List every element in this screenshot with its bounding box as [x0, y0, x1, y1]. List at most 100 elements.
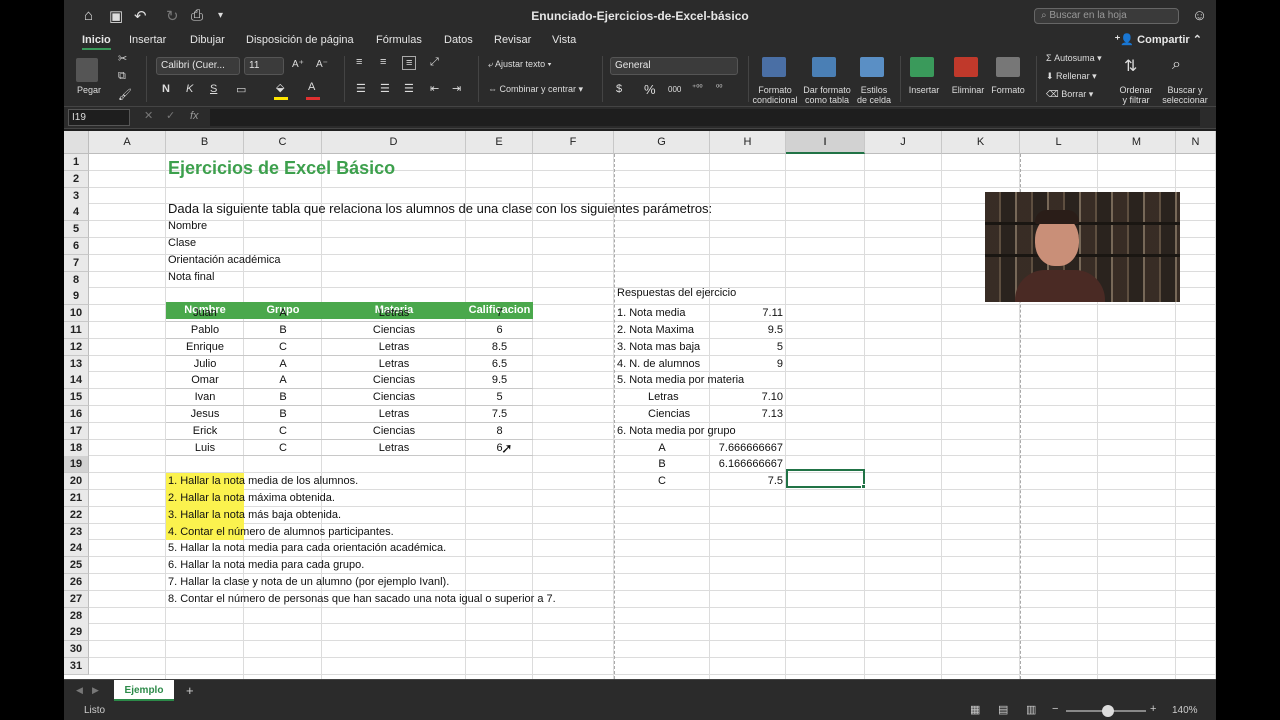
font-name-select[interactable]: Calibri (Cuer...: [156, 57, 240, 75]
format-cells-label[interactable]: Formato: [988, 85, 1028, 95]
table-cell[interactable]: 5: [466, 389, 533, 406]
answer-label[interactable]: A: [614, 440, 710, 457]
row-header-4[interactable]: 4: [64, 204, 89, 222]
table-cell[interactable]: Enrique: [166, 339, 244, 356]
table-cell[interactable]: Ciencias: [322, 389, 466, 406]
table-cell[interactable]: 9.5: [466, 372, 533, 389]
table-cell[interactable]: B: [244, 322, 322, 339]
conditional-format-label[interactable]: Formato condicional: [748, 85, 802, 105]
insert-cells-label[interactable]: Insertar: [904, 85, 944, 95]
table-cell[interactable]: Julio: [166, 356, 244, 373]
tab-datos[interactable]: Datos: [444, 34, 473, 46]
add-sheet-icon[interactable]: +: [186, 683, 194, 698]
column-header-m[interactable]: M: [1098, 131, 1176, 154]
task-item[interactable]: 8. Contar el número de personas que han …: [168, 591, 556, 608]
table-cell[interactable]: Juan: [166, 305, 244, 322]
row-header-3[interactable]: 3: [64, 187, 89, 205]
table-cell[interactable]: Letras: [322, 339, 466, 356]
insert-cells-icon[interactable]: [910, 57, 934, 77]
row-header-7[interactable]: 7: [64, 254, 89, 272]
table-cell[interactable]: Ciencias: [322, 322, 466, 339]
task-item[interactable]: 1. Hallar la nota media de los alumnos.: [168, 473, 358, 490]
align-right-icon[interactable]: ☰: [404, 82, 414, 95]
align-left-icon[interactable]: ☰: [356, 82, 366, 95]
cancel-icon[interactable]: ✕: [144, 109, 153, 122]
page-layout-icon[interactable]: ▤: [998, 703, 1008, 716]
table-cell[interactable]: Jesus: [166, 406, 244, 423]
table-cell[interactable]: Ivan: [166, 389, 244, 406]
table-cell[interactable]: 6.5: [466, 356, 533, 373]
row-header-2[interactable]: 2: [64, 170, 89, 188]
row-header-19[interactable]: 19: [64, 456, 89, 474]
row-header-8[interactable]: 8: [64, 271, 89, 289]
align-top-icon[interactable]: ≡: [356, 56, 362, 68]
table-cell[interactable]: A: [244, 356, 322, 373]
copy-icon[interactable]: ⧉: [118, 70, 126, 83]
increase-font-icon[interactable]: A⁺: [292, 59, 304, 70]
increase-indent-icon[interactable]: ⇥: [452, 82, 461, 95]
answer-label[interactable]: 4. N. de alumnos: [617, 356, 700, 373]
task-item[interactable]: 7. Hallar la clase y nota de un alumno (…: [168, 574, 449, 591]
thousands-button[interactable]: 000: [668, 85, 681, 94]
currency-button[interactable]: $: [616, 83, 622, 95]
column-header-j[interactable]: J: [865, 131, 942, 154]
row-header-18[interactable]: 18: [64, 439, 89, 457]
column-header-i[interactable]: I: [786, 131, 865, 154]
column-header-c[interactable]: C: [244, 131, 322, 154]
row-header-23[interactable]: 23: [64, 523, 89, 541]
name-box[interactable]: I19: [68, 109, 130, 126]
increase-decimal-icon[interactable]: ⁺⁰⁰: [692, 83, 703, 92]
number-format-select[interactable]: General: [610, 57, 738, 75]
column-header-e[interactable]: E: [466, 131, 533, 154]
table-cell[interactable]: Ciencias: [322, 372, 466, 389]
delete-cells-label[interactable]: Eliminar: [948, 85, 988, 95]
row-header-28[interactable]: 28: [64, 607, 89, 625]
table-cell[interactable]: C: [244, 440, 322, 457]
align-bottom-icon[interactable]: ≡: [402, 56, 417, 70]
row-header-21[interactable]: 21: [64, 490, 89, 507]
delete-cells-icon[interactable]: [954, 57, 978, 77]
formula-input[interactable]: [210, 109, 1200, 126]
prev-sheet-icon[interactable]: ◀: [76, 685, 83, 696]
table-cell[interactable]: B: [244, 406, 322, 423]
table-cell[interactable]: 6: [466, 322, 533, 339]
table-cell[interactable]: Pablo: [166, 322, 244, 339]
answer-value[interactable]: 9: [710, 356, 786, 373]
autosum-button[interactable]: Σ Autosuma ▾: [1046, 53, 1102, 64]
zoom-out-icon[interactable]: −: [1052, 703, 1058, 715]
zoom-in-icon[interactable]: +: [1150, 703, 1156, 715]
sort-filter-label[interactable]: Ordenar y filtrar: [1114, 85, 1158, 105]
format-table-label[interactable]: Dar formato como tabla: [799, 85, 855, 105]
row-header-14[interactable]: 14: [64, 372, 89, 390]
row-header-13[interactable]: 13: [64, 355, 89, 373]
row-header-31[interactable]: 31: [64, 658, 89, 675]
row-header-15[interactable]: 15: [64, 389, 89, 407]
conditional-format-icon[interactable]: [762, 57, 786, 77]
table-cell[interactable]: 6: [466, 440, 533, 457]
wrap-text-button[interactable]: ⤶ Ajustar texto ▾: [488, 59, 551, 70]
table-cell[interactable]: B: [244, 389, 322, 406]
tab-dibujar[interactable]: Dibujar: [190, 34, 225, 46]
align-center-icon[interactable]: ☰: [380, 82, 390, 95]
find-select-label[interactable]: Buscar y seleccionar: [1158, 85, 1212, 105]
answer-value[interactable]: 7.13: [710, 406, 786, 423]
row-header-26[interactable]: 26: [64, 574, 89, 591]
table-cell[interactable]: Letras: [322, 440, 466, 457]
table-cell[interactable]: C: [244, 423, 322, 440]
next-sheet-icon[interactable]: ▶: [92, 685, 99, 696]
fill-color-icon[interactable]: ⬙: [276, 81, 284, 94]
answer-label[interactable]: 3. Nota mas baja: [617, 339, 700, 356]
table-cell[interactable]: Letras: [322, 406, 466, 423]
sheet-tab-ejemplo[interactable]: Ejemplo: [114, 680, 174, 701]
column-header-b[interactable]: B: [166, 131, 244, 154]
clear-button[interactable]: ⌫ Borrar ▾: [1046, 89, 1093, 100]
column-header-d[interactable]: D: [322, 131, 466, 154]
row-header-29[interactable]: 29: [64, 624, 89, 642]
paste-icon[interactable]: [76, 58, 98, 82]
row-header-6[interactable]: 6: [64, 238, 89, 255]
row-header-22[interactable]: 22: [64, 506, 89, 524]
table-cell[interactable]: 8.5: [466, 339, 533, 356]
table-cell[interactable]: Erick: [166, 423, 244, 440]
column-header-l[interactable]: L: [1020, 131, 1098, 154]
font-color-icon[interactable]: A: [308, 81, 315, 93]
